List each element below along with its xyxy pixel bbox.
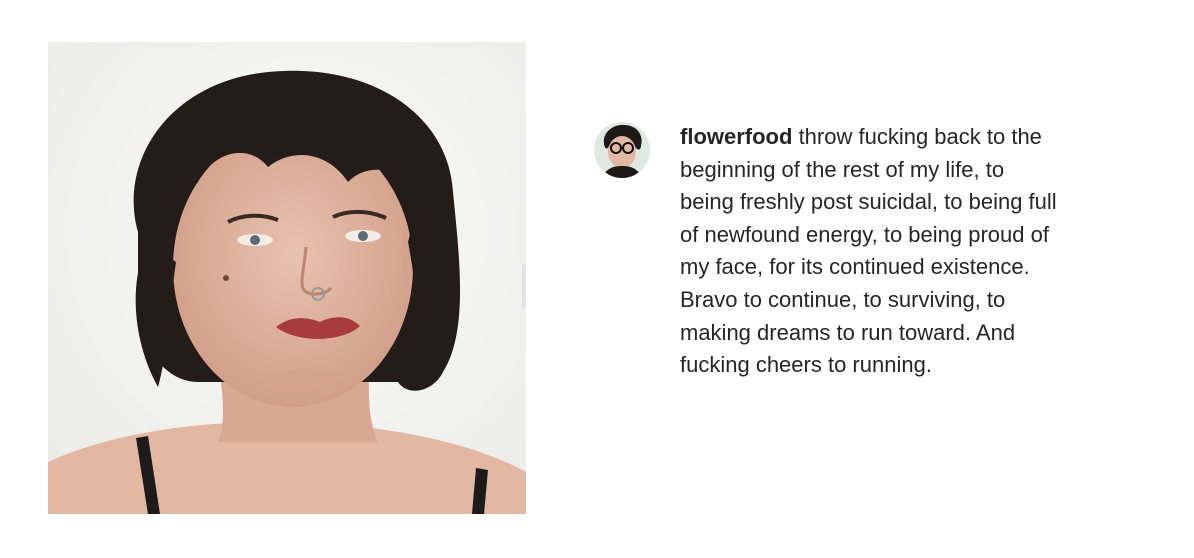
caption-line: Bravo to continue, to surviving, to <box>680 286 1006 312</box>
caption-line: throw fucking back to the <box>798 124 1042 149</box>
avatar[interactable] <box>594 122 650 178</box>
caption-line: being freshly post suicidal, to being fu… <box>680 189 1057 215</box>
caption-line: my face, for its continued existence. <box>680 254 1030 280</box>
caption-line: making dreams to run toward. And <box>680 319 1016 345</box>
selfie-image <box>48 42 526 514</box>
avatar-image <box>594 122 650 178</box>
scrollbar-handle[interactable] <box>522 264 526 308</box>
caption-line: beginning of the rest of my life, to <box>680 156 1005 182</box>
caption-line: of newfound energy, to being proud of <box>680 221 1049 247</box>
username-link[interactable]: flowerfood <box>680 124 792 149</box>
post-caption: flowerfood throw fucking back to the begi… <box>680 121 1150 382</box>
caption-line: fucking cheers to running. <box>680 352 932 378</box>
post-photo[interactable] <box>48 42 526 514</box>
